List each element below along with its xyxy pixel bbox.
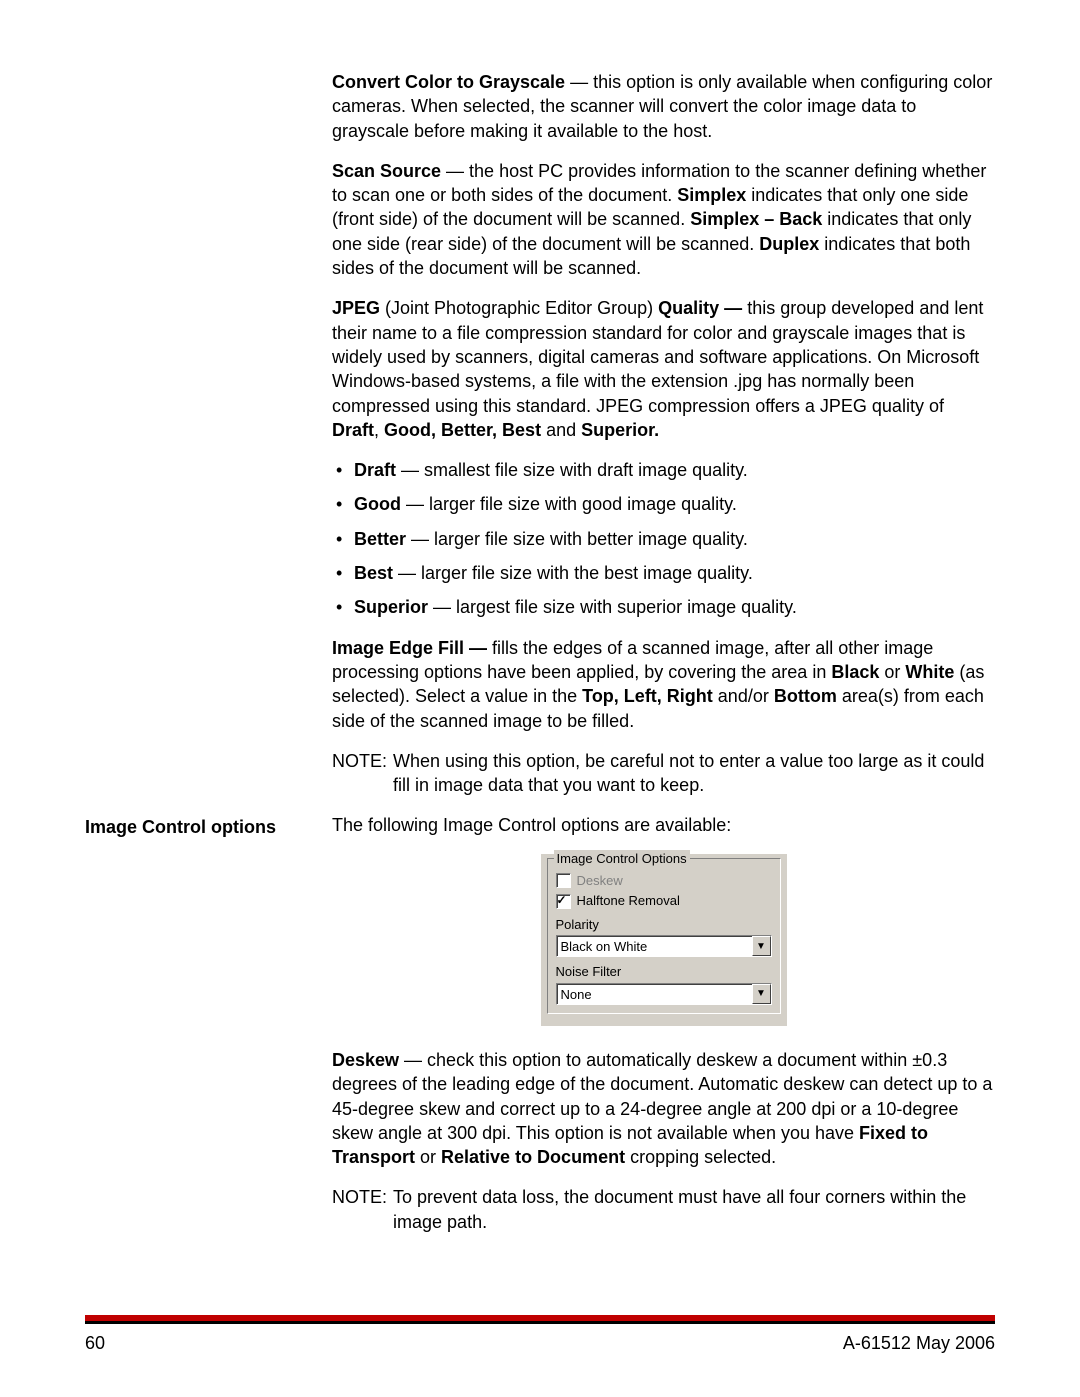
note-edge-fill: NOTE: When using this option, be careful… [332,749,995,798]
page-footer: 60 A-61512 May 2006 [85,1331,995,1355]
doc-id: A-61512 May 2006 [843,1331,995,1355]
deskew-checkbox[interactable] [556,873,571,888]
footer-rule [85,1315,995,1324]
groupbox-title: Image Control Options [554,850,690,868]
polarity-combobox[interactable]: Black on White ▼ [556,935,772,957]
halftone-removal-checkbox[interactable] [556,894,571,909]
list-item: Better — larger file size with better im… [332,527,995,551]
chevron-down-icon[interactable]: ▼ [752,984,771,1004]
polarity-value: Black on White [557,936,752,956]
page-number: 60 [85,1331,105,1355]
halftone-removal-label: Halftone Removal [577,892,680,910]
para-ic-intro: The following Image Control options are … [332,813,995,837]
chevron-down-icon[interactable]: ▼ [752,936,771,956]
deskew-checkbox-label: Deskew [577,872,623,890]
jpeg-quality-list: Draft — smallest file size with draft im… [332,458,995,619]
para-deskew: Deskew — check this option to automatica… [332,1048,995,1169]
para-edge-fill: Image Edge Fill — fills the edges of a s… [332,636,995,733]
note-deskew: NOTE: To prevent data loss, the document… [332,1185,995,1234]
para-scan-source: Scan Source — the host PC provides infor… [332,159,995,280]
para-convert: Convert Color to Grayscale — this option… [332,70,995,143]
polarity-label: Polarity [556,916,772,934]
list-item: Superior — largest file size with superi… [332,595,995,619]
section-heading-image-control: Image Control options [85,813,332,839]
document-page: Convert Color to Grayscale — this option… [0,0,1080,1397]
noise-filter-label: Noise Filter [556,963,772,981]
list-item: Good — larger file size with good image … [332,492,995,516]
para-jpeg: JPEG (Joint Photographic Editor Group) Q… [332,296,995,442]
list-item: Draft — smallest file size with draft im… [332,458,995,482]
noise-filter-value: None [557,984,752,1004]
list-item: Best — larger file size with the best im… [332,561,995,585]
noise-filter-combobox[interactable]: None ▼ [556,983,772,1005]
image-control-options-screenshot: Image Control Options Deskew Halftone Re… [332,854,995,1026]
